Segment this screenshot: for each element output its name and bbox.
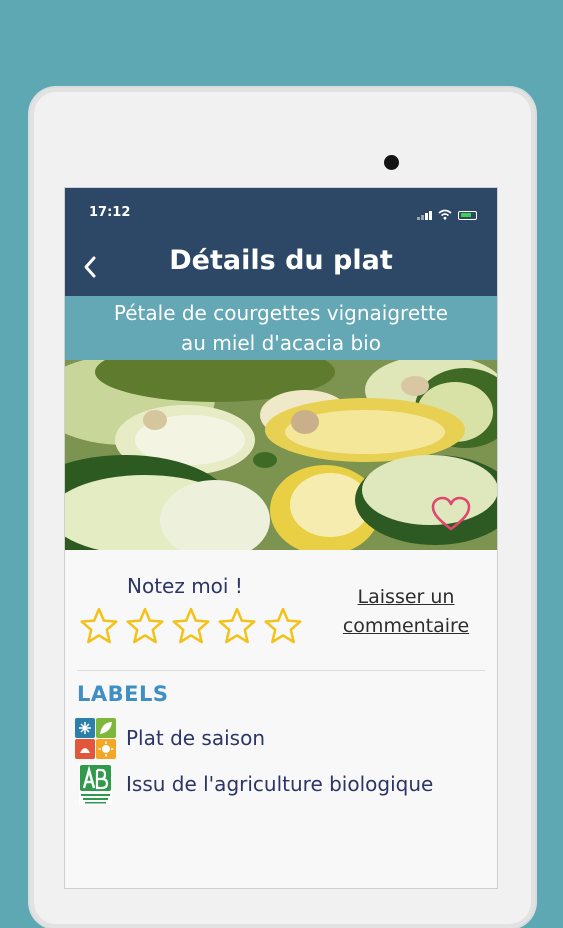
star-3[interactable]: [171, 606, 211, 646]
header-bar: 17:12 Détails du plat: [65, 188, 497, 296]
star-4[interactable]: [217, 606, 257, 646]
dish-name-line-2: au miel d'acacia bio: [181, 331, 381, 355]
star-5[interactable]: [263, 606, 303, 646]
signal-icon: [417, 211, 432, 220]
battery-icon: [458, 211, 477, 220]
front-camera: [384, 155, 399, 170]
label-text-organic: Issu de l'agriculture biologique: [126, 772, 434, 796]
dish-name-banner: Pétale de courgettes vignaigrette au mie…: [65, 296, 497, 360]
favorite-button[interactable]: [431, 496, 471, 532]
status-time: 17:12: [89, 205, 131, 220]
heart-icon: [431, 496, 471, 531]
comment-link-line-1: Laisser un: [357, 586, 455, 608]
dish-name-line-1: Pétale de courgettes vignaigrette: [113, 301, 449, 325]
comment-link-line-2: commentaire: [342, 615, 470, 637]
wifi-icon: [438, 209, 452, 220]
app-screen: 17:12 Détails du plat Pétale de courgett…: [65, 188, 497, 888]
star-1[interactable]: [79, 606, 119, 646]
label-item-seasonal: Plat de saison: [75, 717, 265, 759]
leave-comment-link[interactable]: Laisser un commentaire: [331, 583, 481, 641]
star-2[interactable]: [125, 606, 165, 646]
label-item-organic: Issu de l'agriculture biologique: [75, 763, 434, 805]
section-divider: [77, 670, 485, 671]
star-rating: [79, 606, 303, 646]
label-text-seasonal: Plat de saison: [126, 726, 265, 750]
ab-organic-icon: [79, 763, 112, 805]
page-title: Détails du plat: [169, 245, 393, 276]
rating-label: Notez moi !: [127, 574, 243, 598]
labels-heading: LABELS: [77, 682, 169, 706]
seasons-icon: [75, 717, 116, 759]
status-icons: [417, 208, 477, 220]
